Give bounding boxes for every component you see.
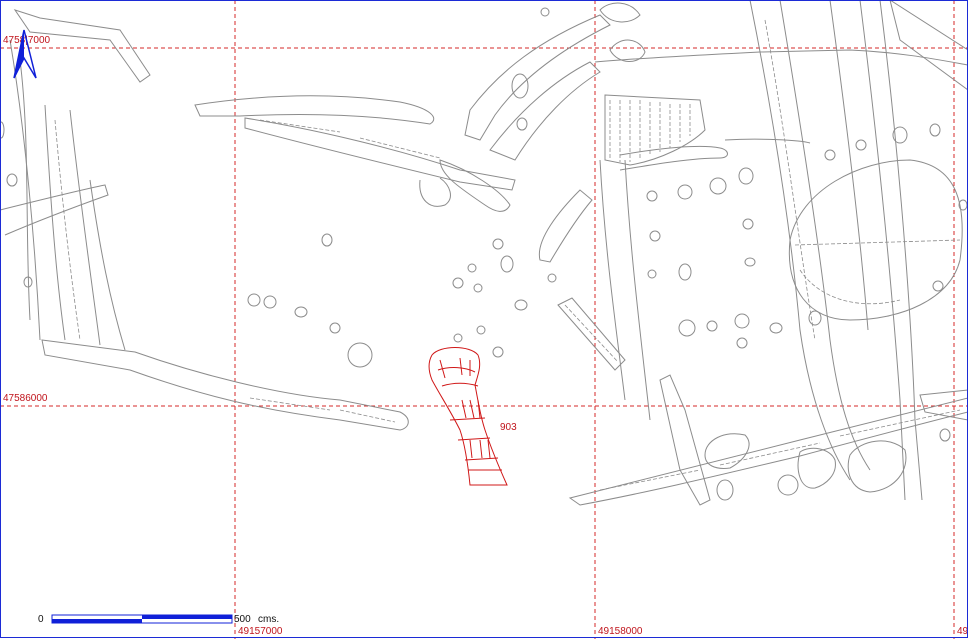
feature-label-903[interactable]: 903 xyxy=(500,422,517,433)
scale-end-label: 500 xyxy=(234,614,251,625)
grid-label-easting-left: 49157000 xyxy=(238,626,283,637)
scale-bar: 0 500 cms. xyxy=(38,614,279,625)
excavation-features xyxy=(0,0,968,506)
grid-label-northing-mid: 47586000 xyxy=(3,393,48,404)
coordinate-grid xyxy=(0,0,968,639)
feature-903-outline[interactable] xyxy=(428,347,508,486)
grid-label-easting-right: 49158000 xyxy=(598,626,643,637)
excavation-plan-map[interactable]: 4758|7000 47586000 49157000 49158000 49 … xyxy=(0,0,968,639)
grid-label-easting-edge: 49 xyxy=(957,626,968,637)
scale-unit-label: cms. xyxy=(258,614,279,625)
scale-start-label: 0 xyxy=(38,614,44,625)
